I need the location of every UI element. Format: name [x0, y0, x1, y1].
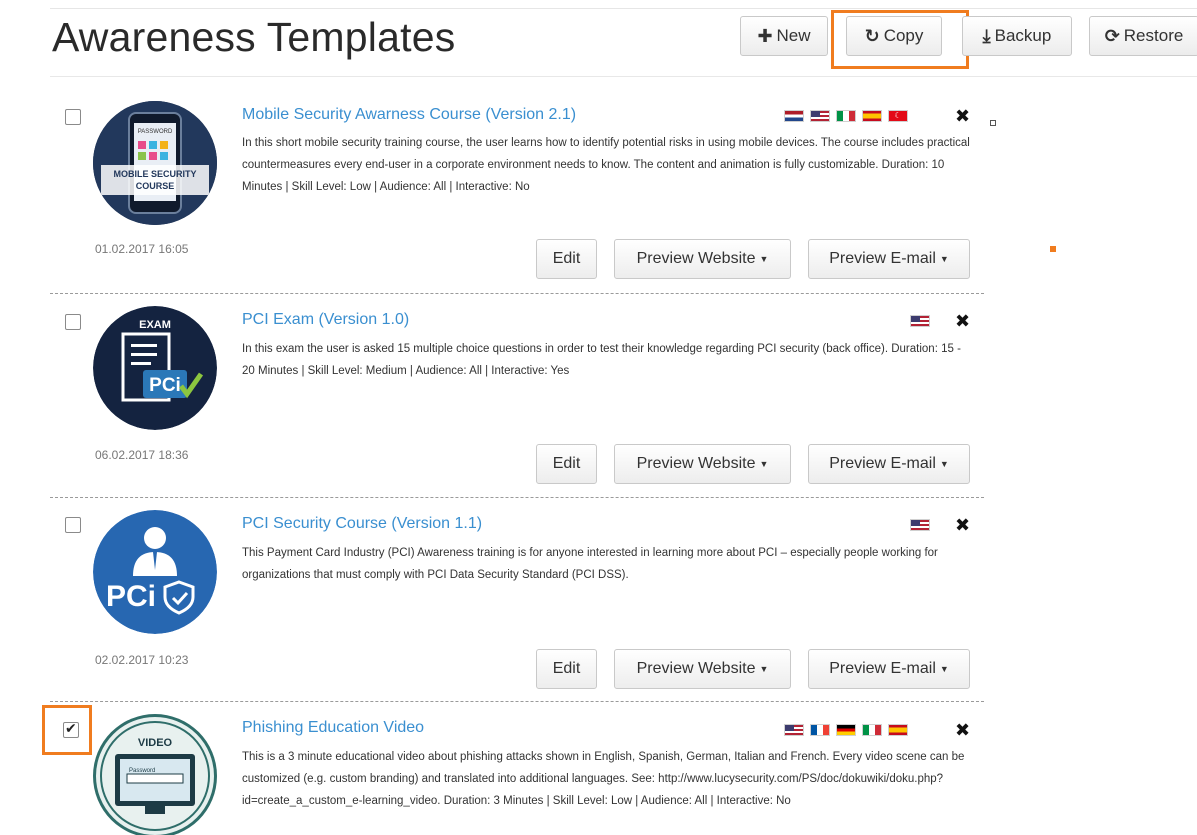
preview-email-dropdown[interactable]: Preview E-mail ▼: [808, 239, 970, 279]
row-divider: [50, 701, 984, 702]
plus-icon: ✚: [757, 25, 773, 46]
restore-button-label: Restore: [1123, 26, 1184, 45]
thumb-password-text: Password: [129, 768, 155, 774]
template-date: 01.02.2017 16:05: [95, 242, 189, 256]
template-checkbox[interactable]: [63, 720, 79, 738]
caret-down-icon: ▼: [939, 459, 949, 469]
flag-us-icon: [910, 315, 930, 327]
language-flags: [910, 519, 930, 531]
template-description: In this exam the user is asked 15 multip…: [242, 343, 961, 377]
flag-us-icon: [784, 724, 804, 736]
edit-button[interactable]: Edit: [536, 649, 597, 689]
flag-it-icon: [836, 110, 856, 122]
delete-icon[interactable]: ✖: [955, 515, 970, 536]
row-divider: [50, 293, 984, 294]
template-date: 06.02.2017 18:36: [95, 448, 189, 462]
copy-highlight-box: [831, 10, 969, 69]
flag-nl-icon: [784, 110, 804, 122]
language-flags: ☾: [784, 110, 908, 122]
template-date: 02.02.2017 10:23: [95, 653, 189, 667]
language-flags: [784, 724, 908, 736]
edit-button[interactable]: Edit: [536, 444, 597, 484]
download-icon: ⤓: [982, 25, 991, 46]
caret-down-icon: ▼: [939, 254, 949, 264]
new-button-label: New: [776, 26, 811, 45]
svg-text:COURSE: COURSE: [136, 181, 175, 191]
flag-it-icon: [862, 724, 882, 736]
backup-button-label: Backup: [994, 26, 1052, 45]
template-name-link[interactable]: PCI Security Course (Version 1.1): [242, 515, 482, 533]
flag-es-icon: [862, 110, 882, 122]
preview-email-label: Preview E-mail: [829, 455, 936, 472]
svg-text:MOBILE SECURITY: MOBILE SECURITY: [113, 169, 196, 179]
template-checkbox[interactable]: [65, 314, 81, 330]
preview-website-label: Preview Website: [636, 660, 756, 677]
template-description: In this short mobile security training c…: [242, 137, 970, 193]
top-divider: [50, 8, 1197, 9]
flag-fr-icon: [810, 724, 830, 736]
page-title: Awareness Templates: [52, 14, 456, 60]
template-name-link[interactable]: Phishing Education Video: [242, 719, 424, 737]
small-square-marker: [990, 120, 996, 126]
template-name-link[interactable]: Mobile Security Awarness Course (Version…: [242, 106, 576, 124]
preview-website-dropdown[interactable]: Preview Website ▼: [614, 649, 791, 689]
new-button[interactable]: ✚ New: [740, 16, 828, 56]
preview-website-label: Preview Website: [636, 250, 756, 267]
template-thumbnail: EXAM PCi: [93, 306, 217, 430]
delete-icon[interactable]: ✖: [955, 720, 970, 741]
flag-us-icon: [810, 110, 830, 122]
thumb-pci-text: PCi: [149, 375, 181, 396]
flag-tr-icon: ☾: [888, 110, 908, 122]
flag-es-icon: [888, 724, 908, 736]
flag-us-icon: [910, 519, 930, 531]
preview-website-label: Preview Website: [636, 455, 756, 472]
preview-website-dropdown[interactable]: Preview Website ▼: [614, 239, 791, 279]
flag-de-icon: [836, 724, 856, 736]
preview-email-label: Preview E-mail: [829, 250, 936, 267]
restore-icon: ⟳: [1104, 25, 1120, 46]
template-description: This Payment Card Industry (PCI) Awarene…: [242, 547, 938, 581]
template-description: This is a 3 minute educational video abo…: [242, 751, 965, 807]
template-thumbnail: VIDEO Password: [93, 714, 217, 835]
orange-marker: [1050, 246, 1056, 252]
template-name-link[interactable]: PCI Exam (Version 1.0): [242, 311, 409, 329]
backup-button[interactable]: ⤓ Backup: [962, 16, 1072, 56]
row-divider: [50, 497, 984, 498]
preview-website-dropdown[interactable]: Preview Website ▼: [614, 444, 791, 484]
template-checkbox[interactable]: [65, 109, 81, 125]
caret-down-icon: ▼: [759, 459, 769, 469]
thumb-video-text: VIDEO: [138, 737, 173, 749]
restore-button[interactable]: ⟳ Restore: [1089, 16, 1197, 56]
caret-down-icon: ▼: [759, 664, 769, 674]
template-checkbox[interactable]: [65, 517, 81, 533]
preview-email-dropdown[interactable]: Preview E-mail ▼: [808, 444, 970, 484]
caret-down-icon: ▼: [939, 664, 949, 674]
caret-down-icon: ▼: [759, 254, 769, 264]
template-thumbnail: PCi: [93, 510, 217, 634]
preview-email-label: Preview E-mail: [829, 660, 936, 677]
thumb-exam-text: EXAM: [139, 319, 171, 331]
thumb-password-text: PASSWORD: [138, 129, 173, 135]
template-thumbnail: PASSWORD MOBILE SECURITY COURSE: [93, 101, 217, 225]
thumb-pci-text: PCi: [106, 580, 156, 613]
delete-icon[interactable]: ✖: [955, 311, 970, 332]
preview-email-dropdown[interactable]: Preview E-mail ▼: [808, 649, 970, 689]
title-divider: [50, 76, 1197, 77]
edit-button[interactable]: Edit: [536, 239, 597, 279]
delete-icon[interactable]: ✖: [955, 106, 970, 127]
language-flags: [910, 315, 930, 327]
